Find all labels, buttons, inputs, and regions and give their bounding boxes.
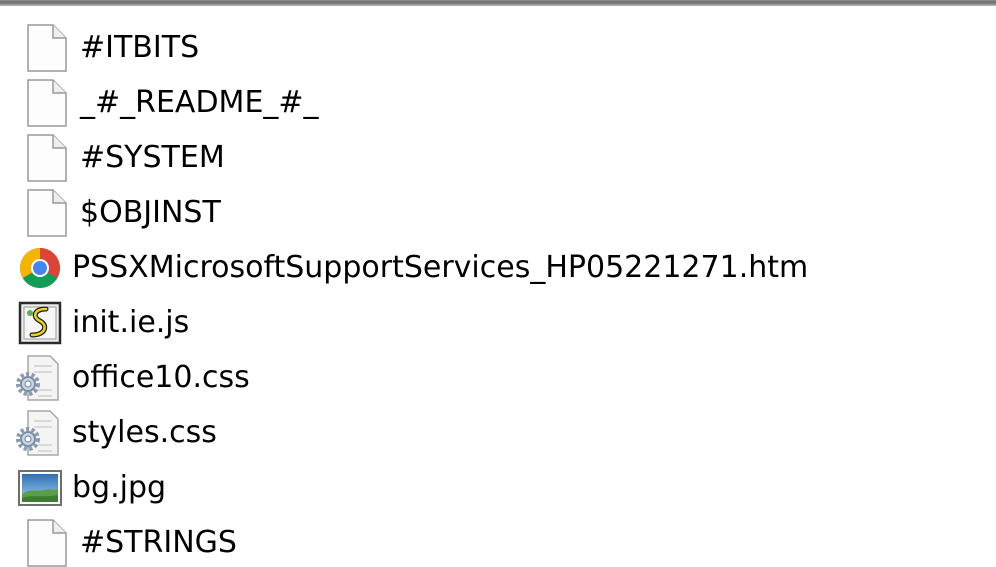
file-item[interactable]: bg.jpg <box>0 460 996 515</box>
blank-file-icon <box>22 79 70 127</box>
file-item[interactable]: #SYSTEM <box>0 130 996 185</box>
file-name: _#_README_#_ <box>80 85 319 120</box>
css-gear-file-icon <box>16 354 64 402</box>
window-top-border <box>0 0 996 6</box>
file-item[interactable]: init.ie.js <box>0 295 996 350</box>
file-name: init.ie.js <box>72 305 190 340</box>
file-item[interactable]: PSSXMicrosoftSupportServices_HP05221271.… <box>0 240 996 295</box>
file-item[interactable]: #STRINGS <box>0 515 996 567</box>
file-item[interactable]: office10.css <box>0 350 996 405</box>
blank-file-icon <box>22 189 70 237</box>
file-list: #ITBITS _#_README_#_ #SYSTEM $OBJINST PS… <box>0 20 996 567</box>
file-name: bg.jpg <box>72 470 167 505</box>
image-file-icon <box>16 464 64 512</box>
file-name: #STRINGS <box>80 525 237 560</box>
file-item[interactable]: _#_README_#_ <box>0 75 996 130</box>
blank-file-icon <box>22 24 70 72</box>
chrome-icon <box>16 244 64 292</box>
blank-file-icon <box>22 519 70 567</box>
file-item[interactable]: $OBJINST <box>0 185 996 240</box>
file-item[interactable]: #ITBITS <box>0 20 996 75</box>
blank-file-icon <box>22 134 70 182</box>
file-name: PSSXMicrosoftSupportServices_HP05221271.… <box>72 250 809 285</box>
file-name: $OBJINST <box>80 195 221 230</box>
file-name: styles.css <box>72 415 217 450</box>
script-file-icon <box>16 299 64 347</box>
file-name: office10.css <box>72 360 250 395</box>
css-gear-file-icon <box>16 409 64 457</box>
file-name: #SYSTEM <box>80 140 225 175</box>
file-item[interactable]: styles.css <box>0 405 996 460</box>
file-name: #ITBITS <box>80 30 200 65</box>
